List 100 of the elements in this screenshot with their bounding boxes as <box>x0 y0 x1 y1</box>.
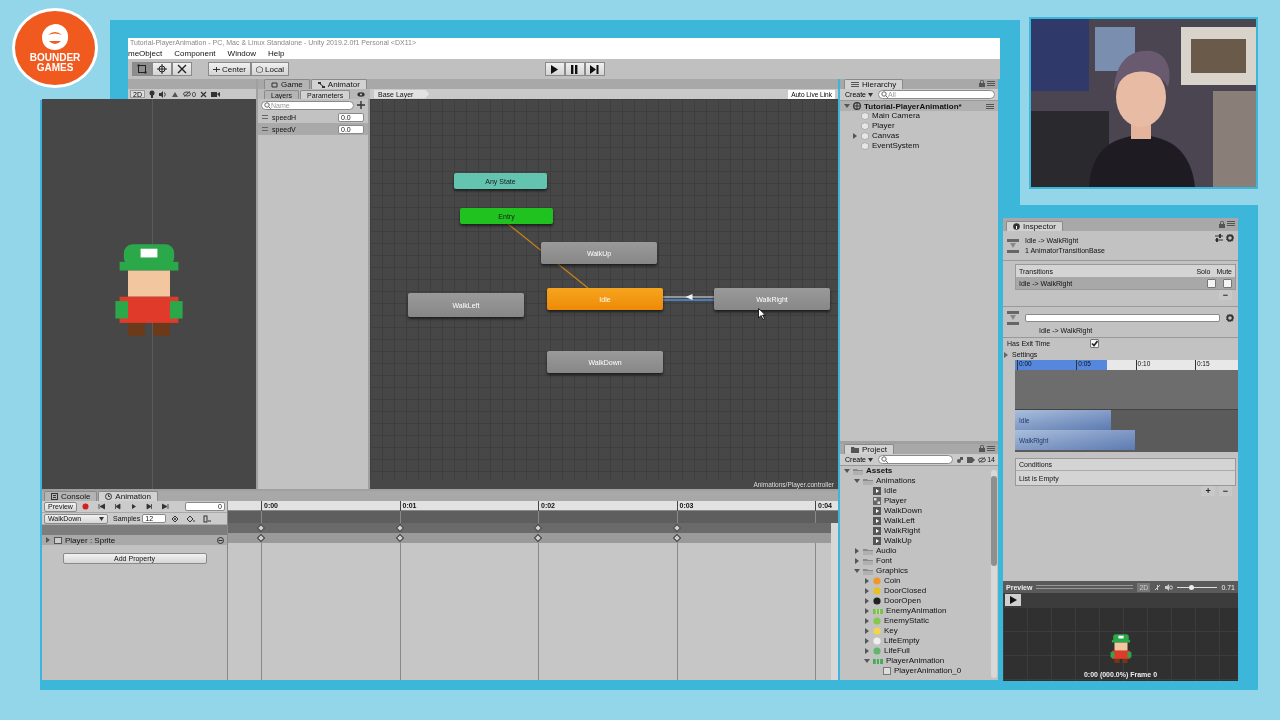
search-icon <box>881 91 888 98</box>
filter-type-icon <box>956 455 965 464</box>
space-button[interactable]: Local <box>251 62 290 76</box>
sprite-sheet-icon <box>873 657 883 665</box>
audio-icon <box>158 90 167 98</box>
add-icon <box>357 101 365 109</box>
step-button[interactable] <box>584 62 605 76</box>
play-icon <box>1009 596 1017 604</box>
camera-icon <box>210 91 220 97</box>
exit-time-checkbox[interactable] <box>1090 339 1099 348</box>
tree-item[interactable]: WalkRight <box>840 526 989 536</box>
transform-tool-icon <box>157 64 167 74</box>
solo-checkbox[interactable] <box>1207 278 1216 288</box>
animator-icon <box>317 81 325 88</box>
tree-item[interactable]: WalkLeft <box>840 516 989 526</box>
custom-tool-button[interactable] <box>172 62 192 76</box>
tree-item[interactable]: Idle <box>840 486 989 496</box>
rect-tool-icon <box>137 64 147 74</box>
settings-icon <box>1226 234 1234 242</box>
transition-arrow[interactable] <box>662 294 715 301</box>
pause-button[interactable] <box>564 62 585 76</box>
caret-icon <box>99 516 104 521</box>
skip-back-icon <box>98 503 106 510</box>
menu-icon <box>987 81 995 86</box>
tree-item[interactable]: DoorClosed <box>840 586 989 596</box>
menu-item[interactable]: Component <box>174 48 216 58</box>
info-icon <box>1013 223 1020 230</box>
eye-off-icon <box>978 456 987 463</box>
tree-item[interactable]: EventSystem <box>840 141 998 151</box>
remove-button[interactable]: − <box>1218 486 1232 496</box>
folder-icon <box>863 547 873 555</box>
scene-row[interactable]: Tutorial-PlayerAnimation* <box>840 101 998 111</box>
search-icon <box>881 456 888 463</box>
tree-item[interactable]: EnemyAnimation <box>840 606 989 616</box>
step-icon <box>590 64 600 74</box>
search-field[interactable] <box>878 455 954 464</box>
marker-icon <box>203 514 212 523</box>
preset-icon <box>1215 234 1223 242</box>
cursor-icon <box>758 308 766 320</box>
drag-handle-icon <box>262 127 268 131</box>
tree-item[interactable]: WalkUp <box>840 536 989 546</box>
transition-icon <box>1007 311 1019 325</box>
tree-item[interactable]: PlayerAnimation_0 <box>840 666 989 676</box>
menu-icon <box>851 82 859 87</box>
pivot-icon <box>213 65 220 73</box>
logo-text: BOUNDER GAMES <box>28 53 82 73</box>
remove-button[interactable]: − <box>1218 290 1232 300</box>
rect-tool-button[interactable] <box>132 62 152 76</box>
play-icon <box>550 64 560 74</box>
tree-item[interactable]: Canvas <box>840 131 998 141</box>
folder-icon <box>863 567 873 575</box>
caret-icon <box>868 457 873 462</box>
lock-icon <box>1219 221 1225 228</box>
keyframe-marker[interactable] <box>256 523 266 533</box>
tree-item[interactable]: Key <box>840 626 989 636</box>
clip-icon <box>873 487 881 495</box>
skip-forward-icon <box>162 503 170 510</box>
name-field[interactable] <box>1025 314 1220 322</box>
tree-item[interactable]: Player <box>840 496 989 506</box>
remove-icon <box>217 536 224 544</box>
add-button[interactable]: + <box>1201 486 1215 496</box>
folder-icon <box>863 557 873 565</box>
tree-item[interactable]: Graphics <box>840 566 989 576</box>
lock-icon <box>979 445 985 452</box>
transform-tool-button[interactable] <box>152 62 172 76</box>
play-icon <box>130 503 138 510</box>
menu-icon <box>1227 221 1235 226</box>
tree-item[interactable]: Font <box>840 556 989 566</box>
tree-item[interactable]: Main Camera <box>840 111 998 121</box>
tree-item[interactable]: Assets <box>840 466 989 476</box>
game-icon <box>271 81 278 88</box>
menu-item[interactable]: Help <box>268 48 285 58</box>
tree-item[interactable]: PlayerAnimation <box>840 656 989 666</box>
panel-tab[interactable]: Inspector <box>1006 221 1063 231</box>
tree-item[interactable]: WalkDown <box>840 506 989 516</box>
tree-item[interactable]: DoorOpen <box>840 596 989 606</box>
sprite-sheet-icon <box>873 607 883 615</box>
pause-icon <box>570 64 580 74</box>
console-icon <box>51 493 58 500</box>
menu-item[interactable]: Window <box>227 48 257 58</box>
clock-icon <box>105 493 113 500</box>
menu-item[interactable]: meObject <box>128 48 163 58</box>
play-button[interactable] <box>544 62 565 76</box>
pivot-button[interactable]: Center <box>208 62 251 76</box>
mascot-icon <box>40 23 70 51</box>
play-button[interactable] <box>1005 594 1021 606</box>
tree-item[interactable]: EnemyStatic <box>840 616 989 626</box>
settings-icon <box>1226 314 1234 322</box>
tree-item[interactable]: Player <box>840 121 998 131</box>
tree-item[interactable]: Coin <box>840 576 989 586</box>
eye-off-icon <box>182 91 191 97</box>
step-forward-icon <box>146 503 154 510</box>
light-icon <box>148 90 155 98</box>
tree-item[interactable]: LifeFull <box>840 646 989 656</box>
mute-checkbox[interactable] <box>1223 278 1232 288</box>
tree-item[interactable]: LifeEmpty <box>840 636 989 646</box>
tree-item[interactable]: Animations <box>840 476 989 486</box>
menu-icon <box>987 446 995 451</box>
property-row[interactable]: Player : Sprite <box>42 535 227 545</box>
tree-item[interactable]: Audio <box>840 546 989 556</box>
